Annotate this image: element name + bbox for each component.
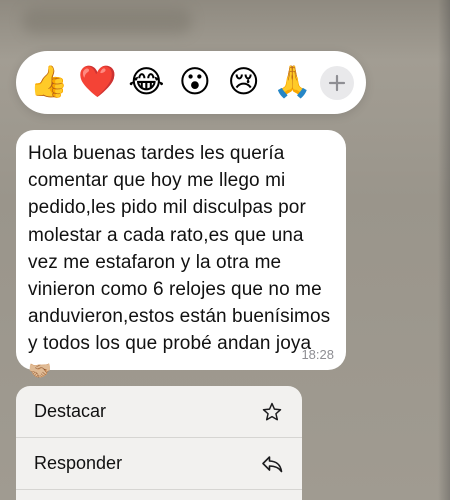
more-reactions-button[interactable]: [319, 65, 354, 100]
menu-item-label: Responder: [34, 453, 123, 473]
reaction-thumbs-up[interactable]: 👍: [28, 62, 70, 104]
message-bubble[interactable]: Hola buenas tardes les quería comentar q…: [16, 130, 346, 382]
star-outline-icon: [260, 400, 284, 424]
menu-item-responder[interactable]: Responder: [16, 438, 302, 489]
blurred-background-element: [22, 8, 192, 34]
reaction-crying-face[interactable]: 😢: [223, 62, 265, 104]
reaction-surprised-face[interactable]: 😮: [174, 62, 216, 104]
message-text: Hola buenas tardes les quería comentar q…: [28, 143, 331, 382]
message-timestamp: 18:28: [301, 347, 334, 362]
reaction-folded-hands[interactable]: 🙏: [271, 62, 313, 104]
menu-item-destacar[interactable]: Destacar: [16, 386, 302, 437]
menu-item-label: Destacar: [34, 401, 107, 421]
reaction-tears-of-joy[interactable]: 😂: [125, 62, 167, 104]
menu-divider: [16, 489, 302, 490]
screen-edge-shadow: [438, 0, 450, 500]
context-menu: Destacar Responder: [16, 386, 302, 500]
plus-icon: [328, 74, 346, 91]
reaction-red-heart[interactable]: ❤️: [77, 62, 119, 104]
reply-arrow-icon: [260, 452, 284, 476]
reaction-bar: 👍 ❤️ 😂 😮 😢 🙏: [16, 51, 366, 114]
